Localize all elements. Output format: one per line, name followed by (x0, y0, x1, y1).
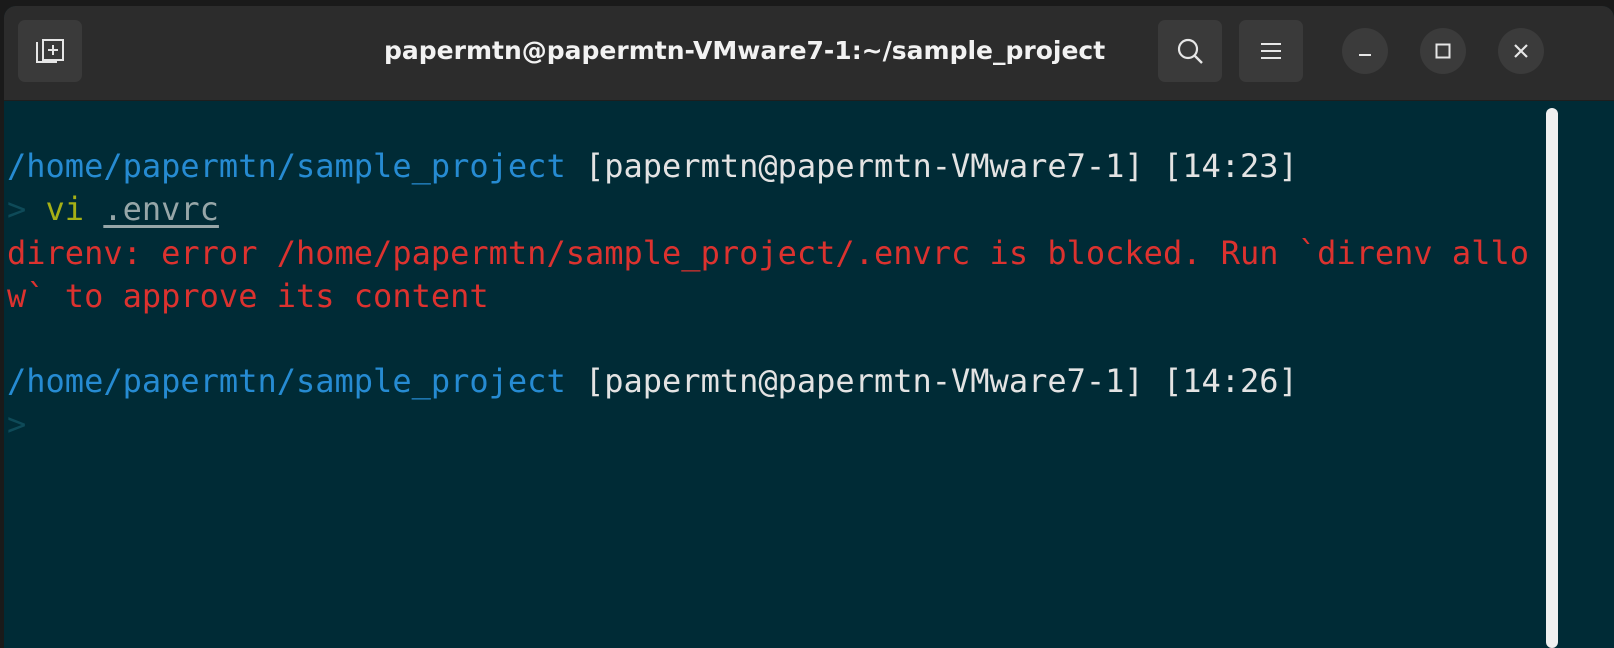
prompt-header-2: /home/papermtn/sample_project [papermtn@… (7, 360, 1298, 404)
search-button[interactable] (1158, 20, 1222, 82)
prompt-user-host: [papermtn@papermtn-VMware7-1] (584, 362, 1144, 400)
error-message-line-1: direnv: error /home/papermtn/sample_proj… (7, 234, 1529, 272)
title-bar: papermtn@papermtn-VMware7-1:~/sample_pro… (4, 6, 1614, 101)
menu-button[interactable] (1239, 20, 1303, 82)
maximize-icon (1435, 43, 1451, 59)
prompt-user-host: [papermtn@papermtn-VMware7-1] (584, 147, 1144, 185)
command-line-1: > vi .envrc (7, 188, 219, 232)
new-tab-button[interactable] (18, 20, 82, 82)
search-icon (1177, 38, 1203, 64)
terminal-output[interactable]: /home/papermtn/sample_project [papermtn@… (4, 101, 1590, 648)
prompt-symbol: > (7, 405, 27, 443)
command-argument: .envrc (103, 190, 219, 228)
prompt-time: [14:26] (1162, 362, 1298, 400)
new-tab-icon (36, 39, 64, 63)
window-title: papermtn@papermtn-VMware7-1:~/sample_pro… (384, 36, 1106, 65)
command-name: vi (45, 190, 85, 228)
minimize-icon (1359, 54, 1371, 56)
hamburger-menu-icon (1261, 43, 1281, 59)
vertical-scrollbar[interactable] (1546, 108, 1558, 648)
prompt-symbol: > (7, 190, 27, 228)
minimize-button[interactable] (1342, 28, 1388, 74)
prompt-path: /home/papermtn/sample_project (7, 362, 566, 400)
error-message-line-2: w` to approve its content (7, 277, 489, 315)
close-button[interactable] (1498, 28, 1544, 74)
terminal-window: papermtn@papermtn-VMware7-1:~/sample_pro… (4, 6, 1614, 648)
close-icon (1514, 44, 1528, 58)
prompt-header-1: /home/papermtn/sample_project [papermtn@… (7, 145, 1298, 189)
prompt-path: /home/papermtn/sample_project (7, 147, 566, 185)
prompt-time: [14:23] (1162, 147, 1298, 185)
command-line-2[interactable]: > (7, 403, 26, 447)
maximize-button[interactable] (1420, 28, 1466, 74)
